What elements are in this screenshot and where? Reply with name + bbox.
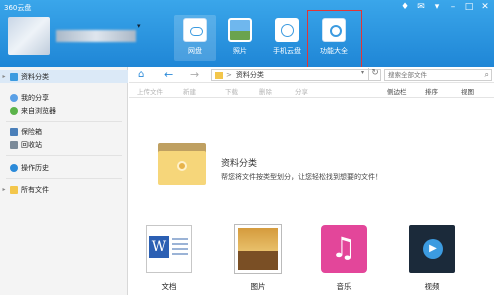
forward-arrow-icon[interactable]: →	[190, 68, 199, 81]
category-label: 图片	[250, 282, 266, 291]
divider	[6, 121, 122, 122]
path-dropdown-icon[interactable]: ▾	[361, 69, 364, 76]
sidebar-item-history[interactable]: 操作历史	[0, 161, 128, 174]
path-separator: >	[226, 71, 232, 79]
back-arrow-icon[interactable]: ←	[164, 68, 173, 81]
divider	[6, 155, 122, 156]
category-documents[interactable]: 文档	[141, 225, 197, 295]
safe-icon	[10, 127, 18, 136]
category-icon	[10, 72, 18, 81]
sidebar-item-categories[interactable]: ▸ 资料分类	[0, 70, 128, 83]
message-icon[interactable]: ✉	[416, 2, 426, 12]
category-label: 音乐	[336, 282, 352, 291]
sidebar-item-my-share[interactable]: 我的分享	[0, 91, 128, 104]
share-icon	[10, 93, 18, 102]
sidebar-item-label: 操作历史	[21, 163, 49, 172]
folder-icon	[10, 185, 18, 194]
sidebar-item-label: 所有文件	[21, 185, 49, 194]
search-input[interactable]	[385, 70, 477, 80]
view-button[interactable]: 视图	[461, 86, 474, 96]
close-icon[interactable]: ✕	[480, 2, 490, 12]
search-icon[interactable]: ⌕	[485, 70, 489, 80]
tab-label: 照片	[233, 47, 247, 55]
app-title: 360云盘	[4, 4, 32, 12]
sidebar-item-label: 保险箱	[21, 127, 42, 136]
sidebar-item-label: 来自浏览器	[21, 106, 56, 115]
new-button[interactable]: 新建	[183, 86, 196, 96]
category-folder-icon	[158, 143, 206, 185]
history-icon	[10, 163, 18, 172]
avatar[interactable]	[8, 17, 50, 55]
sidebar-item-recycle-bin[interactable]: 回收站	[0, 138, 128, 151]
category-label: 视频	[424, 282, 440, 291]
menu-icon[interactable]: ▾	[432, 2, 442, 12]
window-controls: ♦ ✉ ▾ – □ ✕	[400, 2, 490, 12]
photo-icon	[228, 18, 252, 42]
sidebar: ▸ 资料分类 我的分享 来自浏览器 保险箱 回收站 操作历史 ▸ 所有文件	[0, 67, 128, 295]
divider	[6, 178, 122, 179]
expand-icon[interactable]: ▸	[0, 73, 8, 80]
upload-button[interactable]: 上传文件	[137, 86, 163, 96]
category-music[interactable]: 音乐	[316, 225, 372, 295]
minimize-icon[interactable]: –	[448, 2, 458, 12]
toolbar: 上传文件 新建 下载 删除 分享 侧边栏 排序 视图	[129, 84, 494, 98]
tab-photos[interactable]: 照片	[219, 15, 261, 61]
expand-icon[interactable]: ▸	[0, 186, 8, 193]
sidebar-item-safe[interactable]: 保险箱	[0, 125, 128, 138]
sidebar-item-all-files[interactable]: ▸ 所有文件	[0, 183, 128, 196]
header-bar: 360云盘 ♦ ✉ ▾ – □ ✕ ▾ 网盘 照片 手机云盘 功能大全	[0, 0, 494, 67]
refresh-icon[interactable]: ↻	[368, 68, 381, 80]
path-field[interactable]: > 资料分类	[211, 69, 381, 81]
maximize-icon[interactable]: □	[464, 2, 474, 12]
tab-label: 网盘	[188, 47, 202, 55]
sidebar-item-label: 资料分类	[21, 72, 49, 81]
phone-cloud-icon	[275, 18, 299, 42]
skin-icon[interactable]: ♦	[400, 2, 410, 12]
sidebar-item-label: 我的分享	[21, 93, 49, 102]
sort-button[interactable]: 排序	[425, 86, 438, 96]
browser-icon	[10, 106, 18, 115]
breadcrumb[interactable]: 资料分类	[236, 70, 264, 80]
recycle-bin-icon	[10, 140, 18, 149]
music-icon	[321, 225, 367, 273]
folder-icon	[215, 71, 223, 79]
video-icon	[409, 225, 455, 273]
tab-cloud-disk[interactable]: 网盘	[174, 15, 216, 61]
category-images[interactable]: 图片	[230, 225, 286, 295]
home-icon[interactable]: ⌂	[138, 69, 144, 80]
tab-phone-cloud[interactable]: 手机云盘	[266, 15, 308, 61]
sidebar-item-from-browser[interactable]: 来自浏览器	[0, 104, 128, 117]
category-videos[interactable]: 视频	[404, 225, 460, 295]
address-bar: ⌂ ← → > 资料分类 ▾ ↻ ⌕	[129, 67, 494, 83]
image-icon	[235, 225, 281, 273]
category-label: 文档	[161, 282, 177, 291]
user-name[interactable]	[56, 30, 136, 42]
download-button[interactable]: 下载	[225, 86, 238, 96]
highlight-box	[307, 10, 362, 69]
sidebar-toggle-button[interactable]: 侧边栏	[387, 86, 407, 96]
tab-label: 手机云盘	[273, 47, 301, 55]
document-icon	[146, 225, 192, 273]
page-title: 资料分类	[221, 159, 258, 169]
user-menu-caret-icon[interactable]: ▾	[137, 22, 141, 30]
sidebar-item-label: 回收站	[21, 140, 42, 149]
page-description: 帮您将文件按类型划分，让您轻松找到想要的文件！	[221, 173, 382, 181]
search-box: ⌕	[384, 69, 492, 81]
cloud-disk-icon	[183, 18, 207, 42]
share-button[interactable]: 分享	[295, 86, 308, 96]
delete-button[interactable]: 删除	[259, 86, 272, 96]
